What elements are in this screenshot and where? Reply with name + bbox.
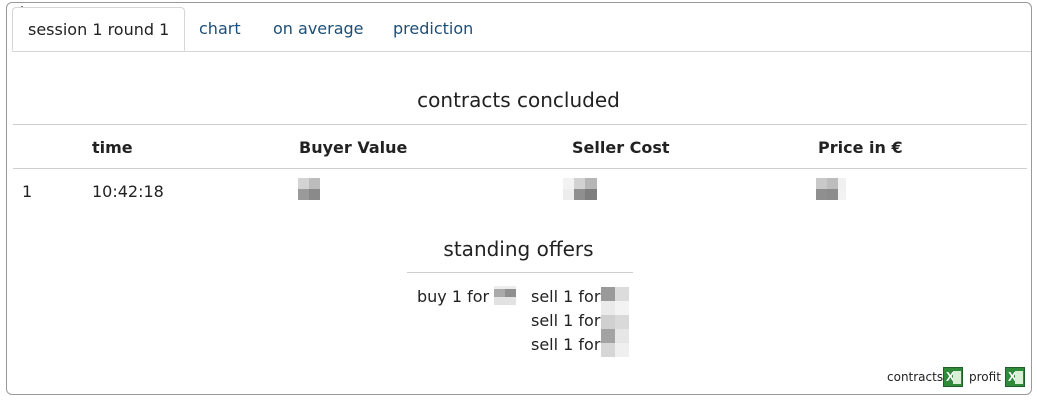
row-index: 1 — [22, 182, 33, 201]
offers-title: standing offers — [443, 237, 594, 261]
tab-prediction[interactable]: prediction — [393, 7, 473, 51]
contracts-title: contracts concluded — [417, 88, 620, 112]
col-header-seller-cost: Seller Cost — [572, 138, 670, 157]
divider — [13, 124, 1027, 125]
tab-chart[interactable]: chart — [199, 7, 241, 51]
col-header-buyer-value: Buyer Value — [299, 138, 408, 157]
excel-export-icon[interactable]: X — [943, 367, 963, 387]
redacted-buyer-value — [298, 178, 320, 200]
col-header-price: Price in € — [818, 138, 903, 157]
row-time: 10:42:18 — [92, 182, 164, 201]
profit-export-link[interactable]: profit — [969, 370, 1001, 384]
sell-offer: sell 1 for — [531, 335, 601, 354]
tab-session-round[interactable]: session 1 round 1 — [12, 7, 186, 51]
contracts-export-link[interactable]: contracts — [887, 370, 943, 384]
header-divider — [13, 168, 1027, 169]
redacted-price — [816, 178, 846, 200]
buy-offer: buy 1 for — [417, 287, 490, 306]
redacted-buy-price — [494, 286, 516, 308]
redacted-seller-cost — [563, 178, 597, 200]
tab-bar: session 1 round 1 chart on average predi… — [12, 7, 1031, 52]
offers-divider — [407, 272, 633, 273]
redacted-sell-prices — [601, 287, 629, 357]
sell-offer: sell 1 for — [531, 287, 601, 306]
tab-on-average[interactable]: on average — [273, 7, 364, 51]
excel-export-icon[interactable]: X — [1005, 367, 1025, 387]
col-header-time: time — [92, 138, 133, 157]
sell-offer: sell 1 for — [531, 311, 601, 330]
